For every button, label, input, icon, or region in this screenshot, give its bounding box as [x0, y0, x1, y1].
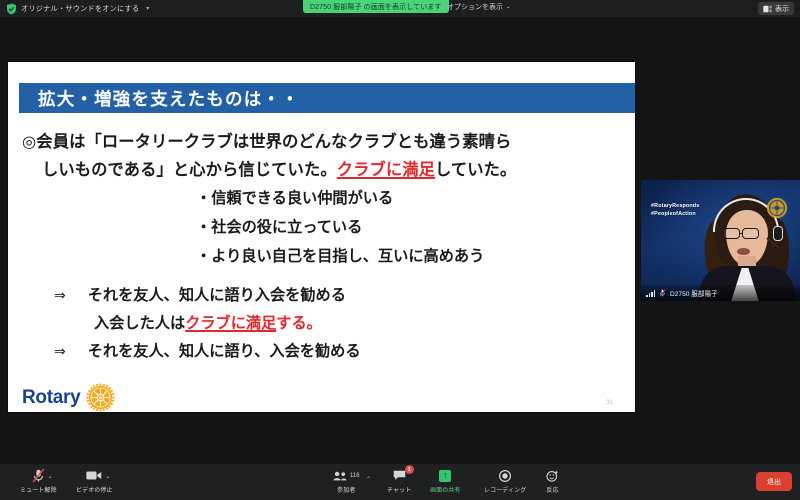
video-name-bar: D2750 服部陽子: [641, 285, 800, 301]
participant-video-tile[interactable]: #RotaryResponds #PeopleofAction D2750 服部…: [641, 180, 800, 301]
toolbar-share-screen-button[interactable]: ↑ 画面の共有: [424, 467, 467, 498]
conclusion-1-text: それを友人、知人に語り入会を勧める: [87, 286, 346, 304]
video-camera-icon: ⌃: [86, 467, 110, 484]
video-hashtag-overlay: #RotaryResponds #PeopleofAction: [651, 203, 700, 218]
chat-unread-badge: 1: [404, 465, 414, 474]
toolbar-record-label: レコーディング: [484, 488, 527, 494]
rotary-logo-word: Rotary: [22, 386, 81, 408]
arrow-glyph: ⇒: [54, 288, 66, 304]
subline-highlight: クラブに満足: [185, 314, 277, 332]
banner-options-label: オプションを表示: [447, 3, 503, 11]
chevron-down-icon[interactable]: ▾: [143, 4, 152, 13]
slide-bullet: ・信頼できる良い仲間がいる: [196, 189, 394, 207]
layout-view-icon: [763, 0, 772, 18]
mic-muted-icon: ⌃: [32, 467, 53, 484]
meeting-toolbar: ⌃ ミュート解除 ⌃ ビデオの停止 116 ⌃ 参加者 1 チャット ↑ 画面の…: [0, 464, 800, 500]
view-button-label: 表示: [775, 5, 789, 13]
subline-suffix: する。: [276, 314, 322, 332]
chevron-up-icon[interactable]: ⌃: [366, 476, 371, 483]
slide-paragraph-line1: ◎会員は「ロータリークラブは世界のどんなクラブとも違う素晴ら: [22, 128, 511, 152]
chat-bubble-icon: 1: [393, 465, 414, 484]
toolbar-share-screen-label: 画面の共有: [430, 488, 461, 494]
toolbar-mute-button[interactable]: ⌃ ミュート解除: [14, 467, 63, 498]
toolbar-mute-label: ミュート解除: [20, 488, 57, 494]
mic-muted-icon: [659, 284, 666, 301]
participants-count: 116: [350, 472, 360, 479]
top-bar: オリジナル・サウンドをオンにする ▾ D2750 服部陽子 の画面を表示していま…: [0, 0, 800, 17]
view-button[interactable]: 表示: [758, 2, 794, 15]
paragraph-line2-text: しいものである」と心から信じていた。: [42, 160, 337, 179]
arrow-glyph: ⇒: [54, 344, 66, 360]
video-participant-name: D2750 服部陽子: [670, 291, 718, 298]
screen-share-banner: D2750 服部陽子 の画面を表示しています: [303, 0, 449, 13]
rotary-wheel-icon: [85, 382, 116, 412]
chevron-down-icon: ⌄: [506, 3, 511, 10]
signal-bars-icon: [646, 289, 655, 297]
banner-options-button[interactable]: オプションを表示 ⌄: [443, 0, 515, 13]
slide-bullet: ・社会の役に立っている: [196, 218, 363, 236]
meeting-stage: 拡大・増強を支えたものは・・ ◎会員は「ロータリークラブは世界のどんなクラブとも…: [0, 17, 800, 464]
rotary-logo: Rotary: [22, 382, 116, 412]
toolbar-participants-button[interactable]: 116 ⌃ 参加者: [327, 467, 371, 498]
toolbar-reactions-label: 反応: [546, 488, 559, 494]
shared-slide[interactable]: 拡大・増強を支えたものは・・ ◎会員は「ロータリークラブは世界のどんなクラブとも…: [8, 62, 635, 412]
original-sound-toggle[interactable]: オリジナル・サウンドをオンにする ▾: [6, 3, 152, 15]
paragraph-line2-suffix: していた。: [435, 160, 517, 179]
slide-page-number: 31: [606, 400, 613, 406]
reactions-smiley-icon: [546, 467, 559, 484]
paragraph-line1-text: ◎会員は「ロータリークラブは世界のどんなクラブとも違う素晴ら: [22, 132, 512, 151]
conclusion-2-text: それを友人、知人に語り、入会を勧める: [87, 342, 361, 360]
toolbar-reactions-button[interactable]: 反応: [540, 467, 565, 498]
toolbar-record-button[interactable]: レコーディング: [478, 467, 532, 498]
slide-title: 拡大・増強を支えたものは・・: [38, 89, 300, 110]
slide-conclusion-2: ⇒ それを友人、知人に語り、入会を勧める: [54, 339, 361, 361]
record-circle-icon: [499, 467, 512, 484]
slide-conclusion-1: ⇒ それを友人、知人に語り入会を勧める: [54, 283, 346, 305]
paragraph-highlight: クラブに満足: [336, 160, 435, 179]
share-screen-icon: ↑: [439, 467, 452, 484]
rotary-emblem-icon: [766, 197, 788, 219]
slide-subline: 入会した人はクラブに満足する。: [94, 311, 322, 333]
chevron-up-icon[interactable]: ⌃: [105, 476, 110, 483]
slide-paragraph-line2: しいものである」と心から信じていた。クラブに満足していた。: [42, 156, 516, 180]
shield-check-icon: [6, 3, 17, 15]
toolbar-participants-label: 参加者: [337, 488, 356, 494]
chevron-up-icon[interactable]: ⌃: [48, 476, 53, 483]
leave-meeting-label: 退出: [767, 478, 781, 486]
toolbar-video-button[interactable]: ⌃ ビデオの停止: [70, 467, 119, 498]
toolbar-video-label: ビデオの停止: [76, 488, 113, 494]
leave-meeting-button[interactable]: 退出: [756, 472, 792, 491]
toolbar-chat-label: チャット: [387, 488, 412, 494]
participants-icon: 116 ⌃: [333, 467, 371, 484]
screen-share-banner-text: D2750 服部陽子 の画面を表示しています: [310, 3, 442, 11]
slide-bullet: ・より良い自己を目指し、互いに高めあう: [196, 247, 485, 265]
subline-prefix: 入会した人は: [94, 314, 186, 332]
toolbar-chat-button[interactable]: 1 チャット: [381, 465, 417, 498]
original-sound-label: オリジナル・サウンドをオンにする: [21, 3, 140, 13]
